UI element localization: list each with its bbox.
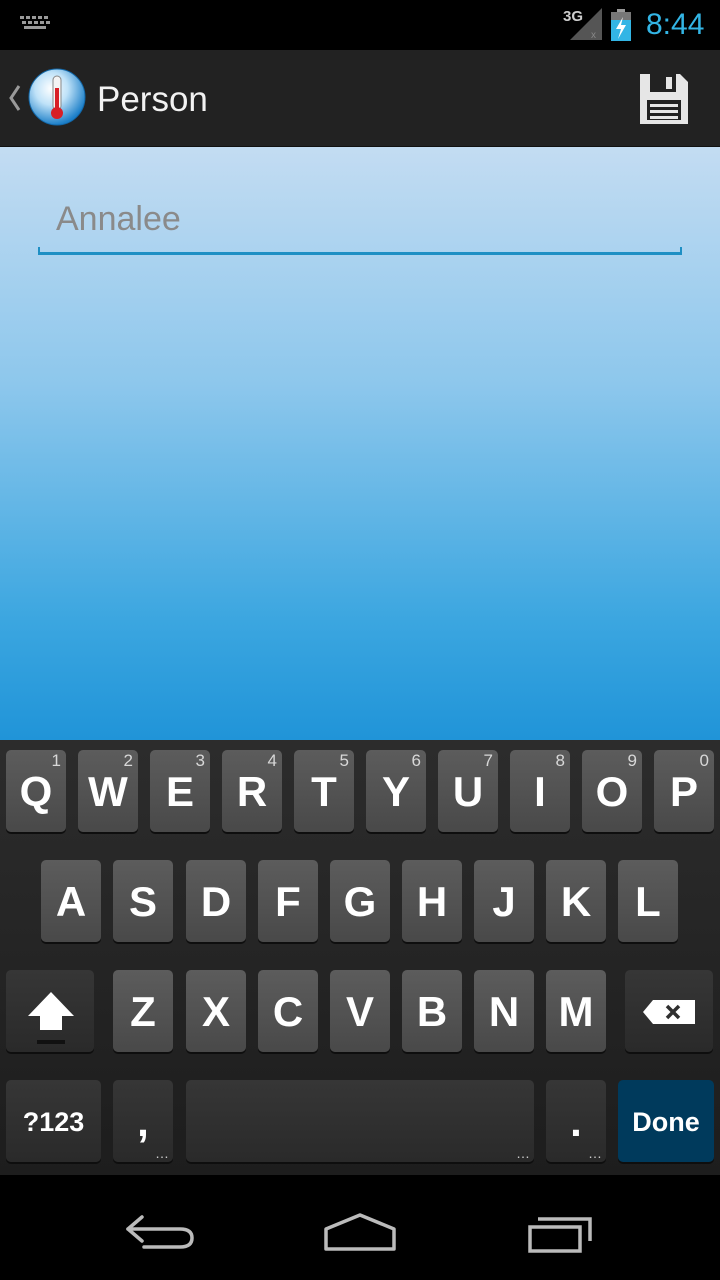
key-k[interactable]: K — [546, 860, 606, 942]
soft-keyboard: Q1 W2 E3 R4 T5 Y6 U7 I8 O9 P0 A S D F G … — [0, 740, 720, 1175]
key-w[interactable]: W2 — [78, 750, 138, 832]
comma-key[interactable]: ,… — [113, 1080, 173, 1162]
name-input[interactable] — [38, 191, 682, 247]
key-hint: 2 — [123, 751, 133, 770]
backspace-icon — [643, 1000, 695, 1024]
key-z[interactable]: Z — [113, 970, 173, 1052]
key-h[interactable]: H — [402, 860, 462, 942]
more-keys-ellipsis: … — [155, 1145, 169, 1161]
back-arrow-icon[interactable] — [120, 1207, 200, 1257]
person-form — [0, 147, 720, 740]
key-hint: 4 — [267, 751, 277, 770]
key-label: . — [570, 1098, 582, 1145]
key-hint: 3 — [195, 751, 205, 770]
key-hint: 7 — [483, 751, 493, 770]
key-hint: 0 — [699, 751, 709, 770]
name-field-underline — [38, 247, 682, 255]
done-key[interactable]: Done — [618, 1080, 714, 1162]
key-e[interactable]: E3 — [150, 750, 210, 832]
key-o[interactable]: O9 — [582, 750, 642, 832]
key-label: R — [236, 768, 268, 815]
backspace-key[interactable] — [625, 970, 713, 1052]
battery-charging-icon — [611, 9, 631, 41]
action-bar: Person — [0, 50, 720, 148]
more-keys-ellipsis: … — [516, 1145, 530, 1161]
key-l[interactable]: L — [618, 860, 678, 942]
key-n[interactable]: N — [474, 970, 534, 1052]
key-r[interactable]: R4 — [222, 750, 282, 832]
key-b[interactable]: B — [402, 970, 462, 1052]
key-label: Q — [19, 768, 53, 815]
shift-key[interactable] — [6, 970, 94, 1052]
key-u[interactable]: U7 — [438, 750, 498, 832]
key-t[interactable]: T5 — [294, 750, 354, 832]
screen-title: Person — [97, 80, 208, 119]
key-i[interactable]: I8 — [510, 750, 570, 832]
key-p[interactable]: P0 — [654, 750, 714, 832]
key-label: U — [452, 768, 484, 815]
key-label: T — [311, 768, 337, 815]
key-j[interactable]: J — [474, 860, 534, 942]
key-hint: 8 — [555, 751, 565, 770]
key-f[interactable]: F — [258, 860, 318, 942]
key-hint: 9 — [627, 751, 637, 770]
status-bar: x 3G 8:44 — [0, 0, 720, 50]
key-a[interactable]: A — [41, 860, 101, 942]
keyboard-notification-icon — [20, 16, 50, 29]
save-floppy-icon[interactable] — [630, 66, 696, 132]
period-key[interactable]: .… — [546, 1080, 606, 1162]
key-d[interactable]: D — [186, 860, 246, 942]
key-hint: 1 — [51, 751, 61, 770]
device-screen: x 3G 8:44 Person Annalee Q 1 W 2 E 3 R 4… — [0, 0, 720, 1280]
name-field-container — [38, 191, 682, 255]
key-label: E — [165, 768, 194, 815]
key-label: Y — [381, 768, 410, 815]
space-key[interactable]: … — [186, 1080, 534, 1162]
navigation-bar — [0, 1175, 720, 1280]
key-v[interactable]: V — [330, 970, 390, 1052]
network-type-label: 3G — [563, 8, 584, 25]
shift-arrow-icon — [28, 992, 74, 1044]
key-hint: 6 — [411, 751, 421, 770]
key-y[interactable]: Y6 — [366, 750, 426, 832]
svg-text:x: x — [591, 30, 596, 40]
key-s[interactable]: S — [113, 860, 173, 942]
key-label: P — [669, 768, 698, 815]
back-chevron-icon[interactable] — [8, 84, 22, 112]
key-label: O — [595, 768, 629, 815]
key-g[interactable]: G — [330, 860, 390, 942]
key-x[interactable]: X — [186, 970, 246, 1052]
recent-apps-icon[interactable] — [520, 1207, 600, 1257]
key-c[interactable]: C — [258, 970, 318, 1052]
key-label: , — [137, 1098, 149, 1145]
more-keys-ellipsis: … — [588, 1145, 602, 1161]
key-label: I — [534, 768, 546, 815]
thermometer-app-icon[interactable] — [28, 68, 86, 126]
key-hint: 5 — [339, 751, 349, 770]
key-m[interactable]: M — [546, 970, 606, 1052]
key-q[interactable]: Q1 — [6, 750, 66, 832]
symbols-key[interactable]: ?123 — [6, 1080, 101, 1162]
home-icon[interactable] — [320, 1207, 400, 1257]
status-clock: 8:44 — [646, 8, 705, 41]
key-label: W — [88, 768, 128, 815]
